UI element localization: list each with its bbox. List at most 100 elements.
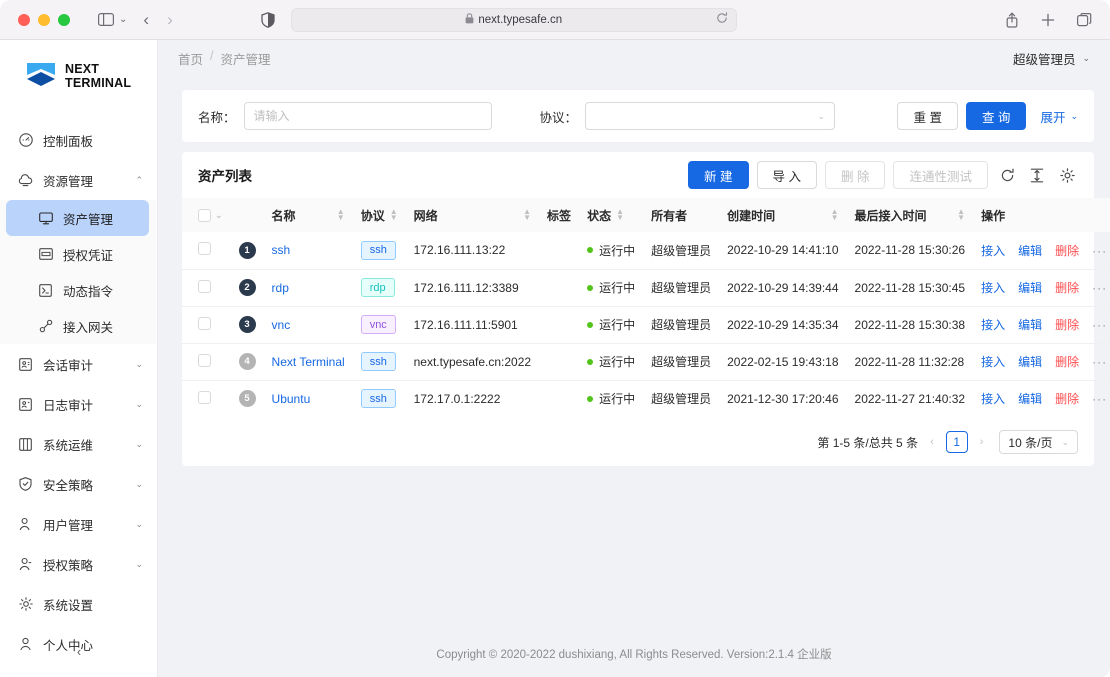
sort-icon[interactable]: ▲ ▼ [390, 208, 398, 222]
page-1-button[interactable]: 1 [945, 431, 968, 453]
row-select-cell [182, 343, 231, 381]
more-actions-icon[interactable]: ··· [1092, 318, 1107, 332]
close-window-button[interactable] [18, 13, 30, 26]
sidebar-item-auth-policy[interactable]: 授权策略 ⌄ [0, 544, 157, 584]
row-checkbox[interactable] [198, 242, 211, 256]
sidebar-item-gateway[interactable]: 接入网关 [0, 308, 157, 344]
sidebar-item-commands[interactable]: 动态指令 [0, 272, 157, 308]
share-icon[interactable] [1005, 12, 1019, 28]
column-status[interactable]: 状态 ▲ ▼ [579, 198, 644, 232]
sidebar-toggle-button[interactable]: ⌄ [98, 13, 127, 26]
delete-button[interactable]: 删 除 [825, 161, 886, 189]
connect-action[interactable]: 接入 [981, 244, 1005, 258]
table-settings-gear-icon[interactable] [1056, 164, 1078, 186]
sidebar-item-label: 系统运维 [43, 438, 94, 453]
new-asset-button[interactable]: 新 建 [688, 161, 749, 189]
sort-icon[interactable]: ▲ ▼ [831, 208, 839, 222]
connect-action[interactable]: 接入 [981, 392, 1005, 406]
next-page-button[interactable]: › [976, 436, 988, 448]
row-index-cell: 5 [231, 380, 264, 417]
chevron-down-icon[interactable]: ⌄ [215, 210, 223, 221]
page-size-select[interactable]: 10 条/页 ⌄ [999, 430, 1078, 454]
edit-action[interactable]: 编辑 [1018, 244, 1042, 258]
reset-button[interactable]: 重 置 [897, 102, 958, 130]
select-all-checkbox[interactable] [198, 208, 211, 222]
asset-name-link[interactable]: ssh [272, 243, 291, 257]
sidebar-item-user-management[interactable]: 用户管理 ⌄ [0, 504, 157, 544]
column-network[interactable]: 网络 ▲ ▼ [405, 198, 540, 232]
tab-overview-icon[interactable] [1077, 12, 1092, 27]
more-actions-icon[interactable]: ··· [1092, 281, 1107, 295]
row-owner-cell: 超级管理员 [643, 306, 720, 344]
row-checkbox[interactable] [198, 279, 211, 293]
sidebar-item-resources[interactable]: 资源管理 ⌃ [0, 160, 157, 200]
edit-action[interactable]: 编辑 [1018, 392, 1042, 406]
connect-action[interactable]: 接入 [981, 281, 1005, 295]
search-input[interactable] [243, 102, 492, 130]
delete-action[interactable]: 删除 [1055, 318, 1079, 332]
asset-name-link[interactable]: Ubuntu [272, 392, 311, 406]
prev-page-button[interactable]: ‹ [926, 436, 938, 448]
chevron-up-icon: ⌃ [135, 174, 143, 185]
edit-action[interactable]: 编辑 [1018, 355, 1042, 369]
breadcrumb-home[interactable]: 首页 [178, 49, 203, 68]
asset-name-link[interactable]: rdp [272, 281, 289, 295]
sidebar-item-system-settings[interactable]: 系统设置 [0, 584, 157, 624]
sidebar-item-log-audit[interactable]: 日志审计 ⌄ [0, 384, 157, 424]
column-protocol[interactable]: 协议 ▲ ▼ [352, 198, 406, 232]
sidebar-collapse-button[interactable]: ‹ [0, 633, 158, 669]
sidebar-item-assets[interactable]: 资产管理 [6, 200, 149, 236]
address-bar[interactable]: next.typesafe.cn [290, 7, 737, 32]
user-name: 超级管理员 [1012, 52, 1076, 67]
delete-action[interactable]: 删除 [1055, 355, 1079, 369]
sidebar-item-security-policy[interactable]: 安全策略 ⌄ [0, 464, 157, 504]
edit-action[interactable]: 编辑 [1018, 318, 1042, 332]
sort-icon[interactable]: ▲ ▼ [523, 208, 531, 222]
maximize-window-button[interactable] [58, 13, 70, 26]
row-protocol-cell: ssh [353, 380, 406, 417]
app-logo[interactable]: NEXT TERMINAL [0, 40, 157, 112]
expand-filters-button[interactable]: 展开 ⌄ [1040, 107, 1078, 126]
plus-icon[interactable] [1041, 13, 1055, 27]
more-actions-icon[interactable]: ··· [1092, 355, 1107, 369]
reload-icon[interactable] [716, 11, 728, 29]
column-height-icon[interactable] [1026, 164, 1048, 186]
sort-icon[interactable]: ▲ ▼ [337, 208, 345, 222]
sidebar-item-credentials[interactable]: 授权凭证 [0, 236, 157, 272]
column-name[interactable]: 名称 ▲ ▼ [263, 198, 353, 232]
sidebar-item-system-ops[interactable]: 系统运维 ⌄ [0, 424, 157, 464]
search-button[interactable]: 查 询 [965, 102, 1027, 130]
sort-icon[interactable]: ▲ ▼ [957, 208, 965, 222]
connect-action[interactable]: 接入 [981, 355, 1005, 369]
sort-icon[interactable]: ▲ ▼ [616, 208, 624, 222]
row-checkbox[interactable] [198, 390, 211, 404]
minimize-window-button[interactable] [38, 13, 50, 26]
sidebar-item-session-audit[interactable]: 会话审计 ⌄ [0, 344, 157, 384]
connectivity-test-button[interactable]: 连通性测试 [893, 161, 988, 189]
refresh-icon[interactable] [996, 164, 1018, 186]
row-checkbox[interactable] [198, 316, 211, 330]
forward-arrow-icon[interactable]: › [167, 10, 173, 30]
back-arrow-icon[interactable]: ‹ [143, 10, 149, 30]
shield-icon[interactable] [261, 11, 275, 28]
more-actions-icon[interactable]: ··· [1092, 244, 1107, 258]
user-menu[interactable]: 超级管理员 ⌄ [1013, 49, 1090, 68]
protocol-tag: ssh [360, 352, 396, 371]
filter-actions: 重 置 查 询 展开 ⌄ [897, 102, 1078, 130]
connect-action[interactable]: 接入 [981, 318, 1005, 332]
sidebar-item-dashboard[interactable]: 控制面板 [0, 120, 157, 160]
delete-action[interactable]: 删除 [1055, 392, 1079, 406]
row-checkbox[interactable] [198, 353, 211, 367]
asset-name-link[interactable]: Next Terminal [272, 355, 345, 369]
row-status-cell: 运行中 [579, 232, 644, 270]
more-actions-icon[interactable]: ··· [1092, 392, 1107, 406]
protocol-select[interactable]: ⌄ [585, 102, 836, 130]
column-created[interactable]: 创建时间 ▲ ▼ [719, 198, 847, 232]
delete-action[interactable]: 删除 [1055, 281, 1079, 295]
import-button[interactable]: 导 入 [756, 161, 817, 189]
column-last-access[interactable]: 最后接入时间 ▲ ▼ [846, 198, 974, 232]
asset-name-link[interactable]: vnc [272, 318, 291, 332]
delete-action[interactable]: 删除 [1055, 244, 1079, 258]
logo-line-1: NEXT [65, 62, 100, 76]
edit-action[interactable]: 编辑 [1018, 281, 1042, 295]
